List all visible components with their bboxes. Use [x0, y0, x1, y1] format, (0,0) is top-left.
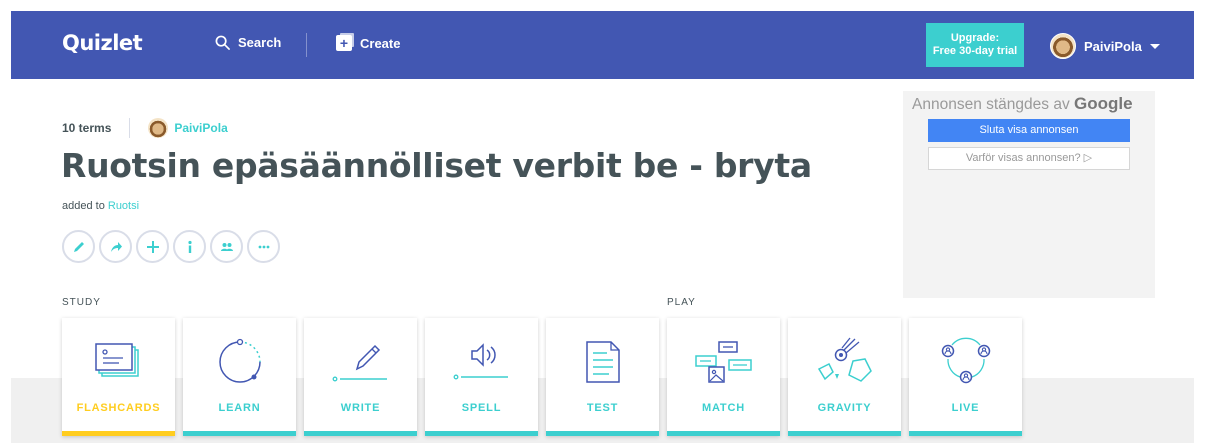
create-button[interactable]: + Create — [336, 35, 400, 51]
mode-card-spell[interactable]: SPELL — [425, 318, 538, 436]
flashcards-icon — [94, 343, 139, 377]
mode-underline — [667, 431, 780, 436]
people-button[interactable] — [210, 230, 243, 263]
people-icon — [220, 242, 233, 251]
mode-card-test[interactable]: TEST — [546, 318, 659, 436]
share-icon — [110, 241, 122, 252]
info-icon — [187, 240, 192, 253]
set-actions — [62, 230, 280, 263]
author-avatar — [148, 118, 169, 138]
mode-card-gravity[interactable]: GRAVITY — [788, 318, 901, 436]
learn-icon — [218, 338, 261, 383]
create-label: Create — [360, 35, 401, 51]
mode-card-match[interactable]: MATCH — [667, 318, 780, 436]
create-icon: + — [336, 35, 352, 51]
quizlet-logo[interactable]: Quizlet — [62, 31, 143, 55]
study-section-label: STUDY — [62, 297, 101, 308]
added-prefix: added to — [62, 200, 108, 212]
share-button[interactable] — [99, 230, 132, 263]
google-brand: Google — [1074, 94, 1133, 113]
meta-divider — [129, 118, 131, 138]
ad-panel: Annonsen stängdes av Google Sluta visa a… — [903, 91, 1155, 298]
mode-underline — [909, 431, 1022, 436]
upgrade-line2: Free 30-day trial — [932, 45, 1018, 57]
upgrade-line1: Upgrade: — [950, 32, 1000, 44]
author-link[interactable]: PaiviPola — [174, 121, 227, 135]
match-icon — [694, 341, 752, 383]
edit-icon — [73, 241, 84, 252]
mode-label: GRAVITY — [817, 402, 872, 414]
mode-underline — [546, 431, 659, 436]
mode-underline — [183, 431, 296, 436]
search-icon — [215, 35, 230, 50]
folder-link[interactable]: Ruotsi — [108, 200, 139, 212]
mode-label: FLASHCARDS — [76, 402, 161, 414]
mode-underline — [425, 431, 538, 436]
top-nav-bar: Quizlet Search + Create Upgrade: Free 30… — [11, 11, 1194, 79]
ad-closed-label: Annonsen stängdes av — [912, 96, 1070, 113]
live-icon — [941, 337, 990, 384]
info-button[interactable] — [173, 230, 206, 263]
mode-label: LEARN — [218, 402, 261, 414]
search-button[interactable]: Search — [215, 35, 281, 50]
mode-underline — [304, 431, 417, 436]
play-section-label: PLAY — [667, 297, 696, 308]
mode-card-write[interactable]: WRITE — [304, 318, 417, 436]
mode-label: SPELL — [461, 402, 502, 414]
stop-ad-button[interactable]: Sluta visa annonsen — [928, 119, 1130, 142]
search-label: Search — [238, 35, 282, 50]
term-count: 10 terms — [62, 121, 112, 135]
test-icon — [585, 341, 620, 383]
mode-card-live[interactable]: LIVE — [909, 318, 1022, 436]
top-strip — [0, 0, 1205, 11]
chevron-down-icon — [1149, 43, 1160, 49]
mode-label: TEST — [586, 402, 619, 414]
user-menu[interactable]: PaiviPola — [1050, 33, 1160, 59]
mode-underline — [62, 431, 175, 436]
avatar — [1050, 33, 1076, 59]
add-icon — [146, 240, 159, 253]
edit-button[interactable] — [62, 230, 95, 263]
mode-underline — [788, 431, 901, 436]
page-title: Ruotsin epäsäännölliset verbit be - bryt… — [61, 146, 812, 185]
username: PaiviPola — [1084, 38, 1142, 54]
spell-icon — [453, 343, 508, 380]
gravity-icon — [817, 337, 872, 382]
write-icon — [332, 344, 387, 382]
mode-label: WRITE — [340, 402, 381, 414]
more-icon — [258, 245, 269, 248]
added-to-folder: added to Ruotsi — [62, 200, 139, 212]
mode-label: MATCH — [702, 402, 745, 414]
mode-card-flashcards[interactable]: FLASHCARDS — [62, 318, 175, 436]
upgrade-button[interactable]: Upgrade: Free 30-day trial — [926, 23, 1024, 67]
add-to-folder-button[interactable] — [136, 230, 169, 263]
nav-divider — [306, 33, 307, 57]
ad-closed-text: Annonsen stängdes av Google — [912, 94, 1133, 114]
mode-card-learn[interactable]: LEARN — [183, 318, 296, 436]
why-ad-button[interactable]: Varför visas annonsen? ▷ — [928, 147, 1130, 170]
more-button[interactable] — [247, 230, 280, 263]
mode-label: LIVE — [951, 402, 980, 414]
set-meta: 10 terms PaiviPola — [62, 118, 228, 138]
